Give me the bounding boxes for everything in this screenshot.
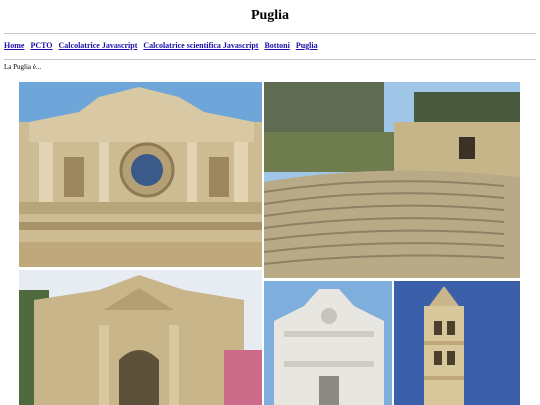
page-title: Puglia <box>250 8 290 23</box>
nav-divider <box>4 59 536 60</box>
nav-link-puglia[interactable]: Puglia <box>296 41 318 50</box>
nav-link-pcto[interactable]: PCTO <box>30 41 52 50</box>
photo-amphitheatre <box>264 82 520 278</box>
nav-link-calcolatrice-javascript[interactable]: Calcolatrice Javascript <box>59 41 138 50</box>
photo-church-facade <box>19 82 262 267</box>
nav-link-bottoni[interactable]: Bottoni <box>264 41 289 50</box>
nav-link-calcolatrice-scientifica[interactable]: Calcolatrice scientifica Javascript <box>143 41 258 50</box>
photo-bell-tower <box>394 281 520 405</box>
photo-white-church <box>264 281 392 405</box>
top-divider <box>4 33 536 34</box>
intro-text: La Puglia è... <box>4 63 42 71</box>
nav-link-home[interactable]: Home <box>4 41 24 50</box>
main-nav: Home PCTO Calcolatrice Javascript Calcol… <box>4 41 322 50</box>
photo-city-gate <box>19 270 262 405</box>
